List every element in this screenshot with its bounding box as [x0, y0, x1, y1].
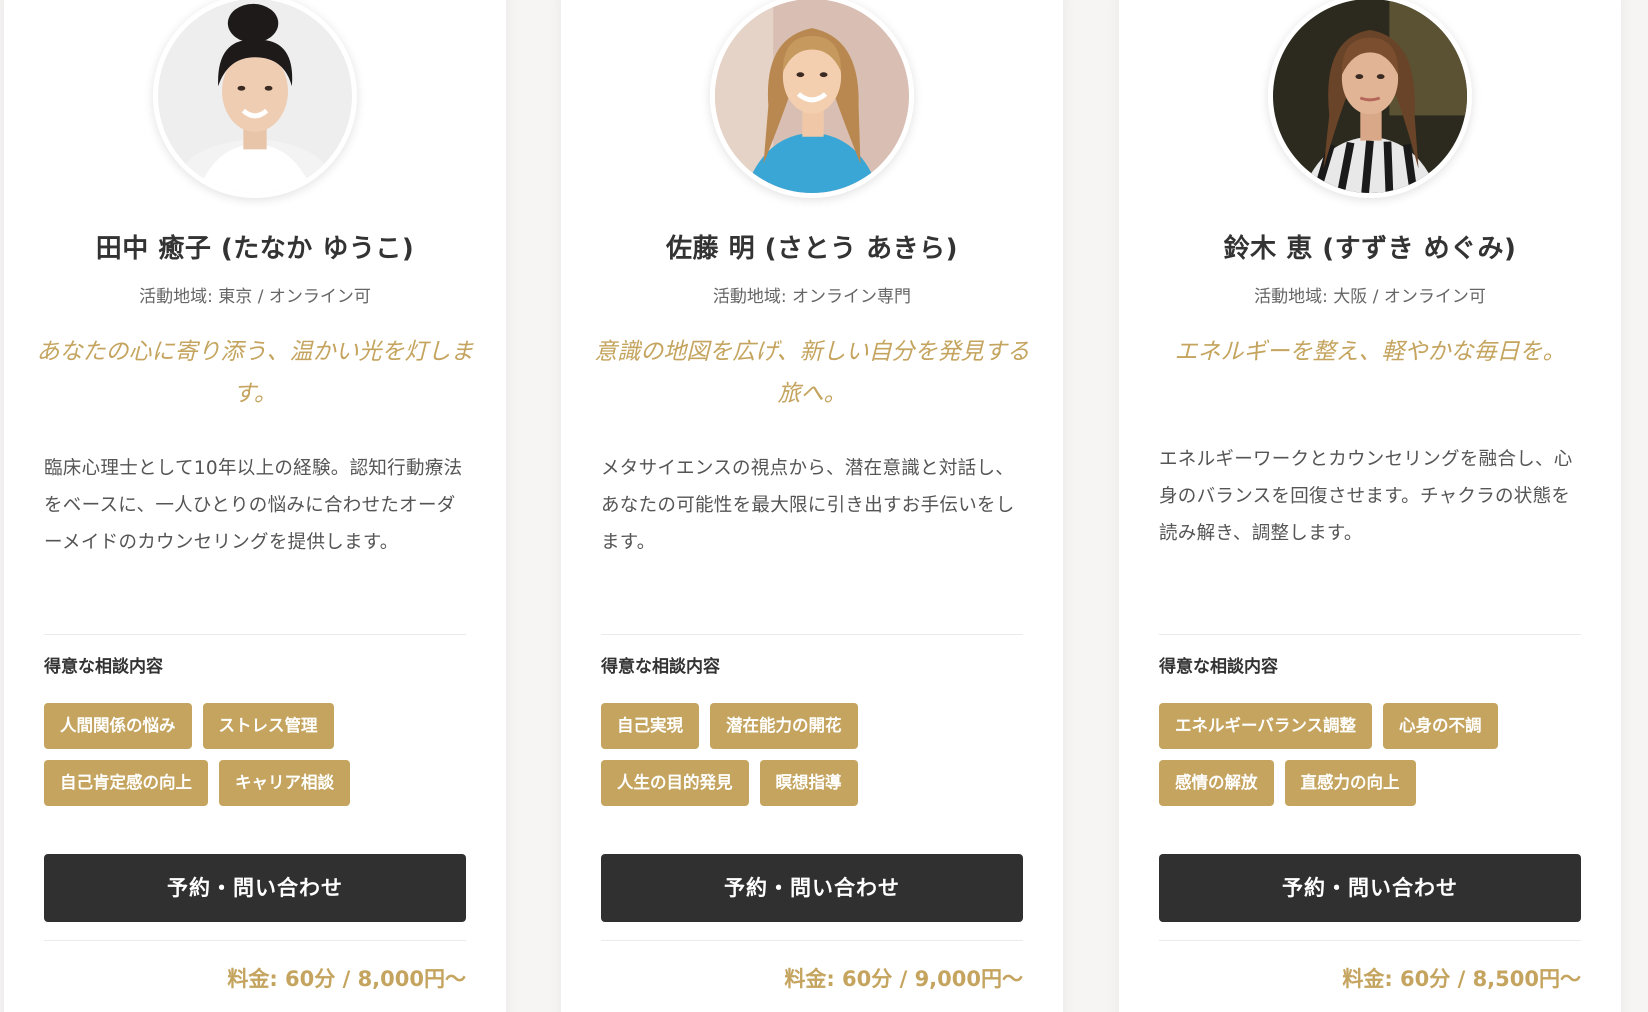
- specialties-title: 得意な相談内容: [1159, 657, 1278, 677]
- counselor-name: 佐藤 明 (さとう あきら): [666, 234, 958, 264]
- price-label: 料金: 60分 / 8,500円〜: [1342, 967, 1581, 991]
- portrait-image: [1273, 0, 1467, 193]
- specialty-tag: 直感力の向上: [1284, 760, 1416, 806]
- price-label: 料金: 60分 / 9,000円〜: [784, 967, 1023, 991]
- specialty-tag: キャリア相談: [219, 760, 350, 806]
- specialty-tag: 潜在能力の開花: [710, 703, 858, 749]
- specialty-tag: 自己肯定感の向上: [44, 760, 208, 806]
- avatar-photo: [153, 0, 357, 198]
- counselor-name: 鈴木 恵 (すずき めぐみ): [1223, 234, 1517, 264]
- price-label: 料金: 60分 / 8,000円〜: [227, 967, 466, 991]
- reservation-button[interactable]: 予約・問い合わせ: [1159, 854, 1581, 922]
- counselor-tagline: あなたの心に寄り添う、温かい光を灯します。: [36, 339, 474, 407]
- counselor-card-sato: 佐藤 明 (さとう あきら) 活動地域: オンライン専門 意識の地図を広げ、新し…: [561, 0, 1063, 1012]
- specialties-title: 得意な相談内容: [601, 657, 720, 677]
- portrait-image: [158, 0, 352, 193]
- specialty-tags: 人間関係の悩み ストレス管理 自己肯定感の向上 キャリア相談: [44, 703, 466, 817]
- counselor-tagline: 意識の地図を広げ、新しい自分を発見する旅へ。: [594, 339, 1030, 407]
- counselor-bio: エネルギーワークとカウンセリングを融合し、心身のバランスを回復させます。チャクラ…: [1159, 449, 1573, 544]
- counselor-tagline: エネルギーを整え、軽やかな毎日を。: [1174, 339, 1566, 365]
- counselor-name: 田中 癒子 (たなか ゆうこ): [95, 234, 415, 264]
- divider: [44, 634, 466, 635]
- activity-area: 活動地域: オンライン専門: [712, 287, 912, 307]
- activity-area: 活動地域: 東京 / オンライン可: [139, 287, 371, 307]
- specialty-tag: エネルギーバランス調整: [1159, 703, 1373, 749]
- specialty-tag: 人間関係の悩み: [44, 703, 192, 749]
- reservation-button[interactable]: 予約・問い合わせ: [44, 854, 466, 922]
- avatar-photo: [1268, 0, 1472, 198]
- specialty-tag: 人生の目的発見: [601, 760, 749, 806]
- counselor-list: 田中 癒子 (たなか ゆうこ) 活動地域: 東京 / オンライン可 あなたの心に…: [0, 0, 1648, 1012]
- specialty-tag: 自己実現: [601, 703, 699, 749]
- specialty-tag: 心身の不調: [1383, 703, 1498, 749]
- specialty-tag: ストレス管理: [202, 703, 334, 749]
- counselor-card-suzuki: 鈴木 恵 (すずき めぐみ) 活動地域: 大阪 / オンライン可 エネルギーを整…: [1119, 0, 1621, 1012]
- divider: [1159, 634, 1581, 635]
- counselor-bio: メタサイエンスの視点から、潜在意識と対話し、あなたの可能性を最大限に引き出すお手…: [601, 458, 1015, 553]
- specialty-tags: エネルギーバランス調整 心身の不調 感情の解放 直感力の向上: [1159, 703, 1581, 817]
- specialty-tag: 瞑想指導: [759, 760, 858, 806]
- specialty-tag: 感情の解放: [1159, 760, 1274, 806]
- divider: [601, 634, 1023, 635]
- divider: [1159, 940, 1581, 941]
- specialty-tags: 自己実現 潜在能力の開花 人生の目的発見 瞑想指導: [601, 703, 1023, 817]
- reservation-button[interactable]: 予約・問い合わせ: [601, 854, 1023, 922]
- divider: [44, 940, 466, 941]
- activity-area: 活動地域: 大阪 / オンライン可: [1254, 287, 1486, 307]
- portrait-image: [715, 0, 909, 193]
- counselor-bio: 臨床心理士として10年以上の経験。認知行動療法をベースに、一人ひとりの悩みに合わ…: [44, 458, 463, 553]
- avatar-photo: [710, 0, 914, 198]
- counselor-card-tanaka: 田中 癒子 (たなか ゆうこ) 活動地域: 東京 / オンライン可 あなたの心に…: [4, 0, 506, 1012]
- specialties-title: 得意な相談内容: [44, 657, 163, 677]
- divider: [601, 940, 1023, 941]
